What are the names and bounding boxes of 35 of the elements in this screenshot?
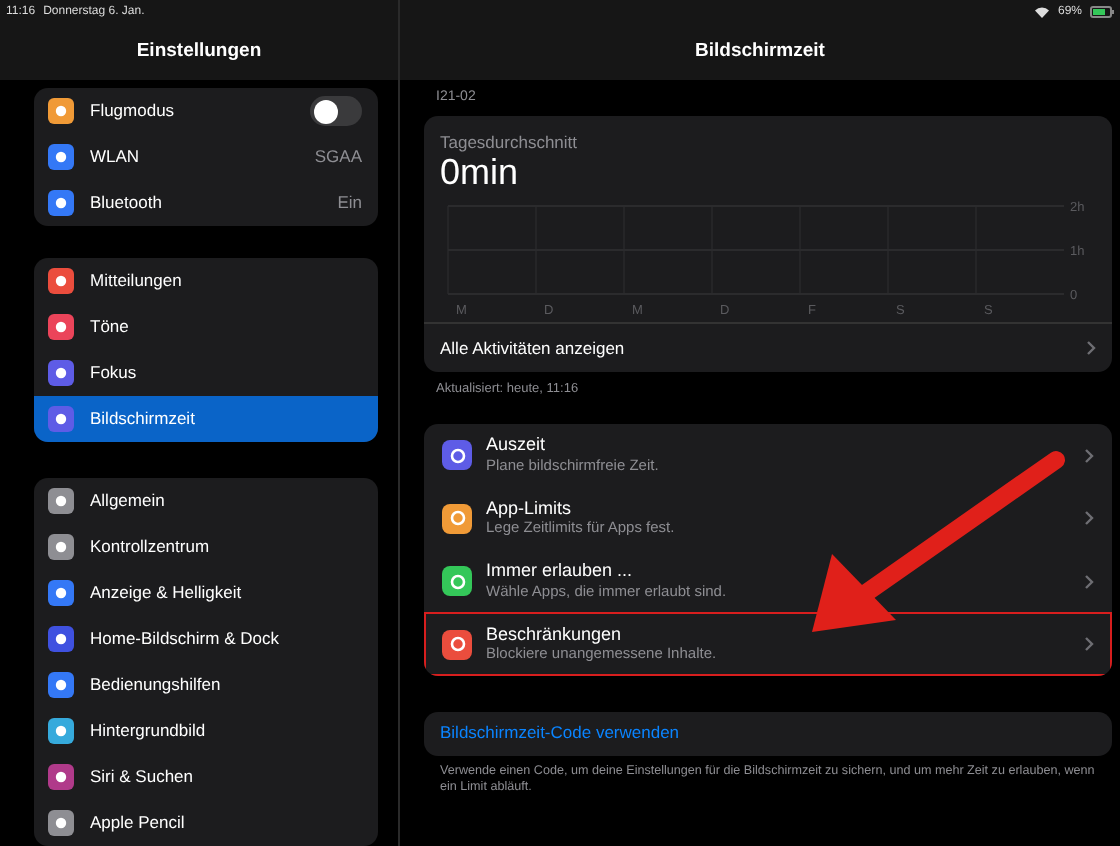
activity-link[interactable]: Alle Aktivitäten anzeigen	[424, 322, 1112, 373]
sidebar-item[interactable]: Hintergrundbild	[34, 708, 378, 754]
page-title: Bildschirmzeit	[695, 37, 825, 66]
sidebar-item[interactable]: Apple Pencil	[34, 800, 378, 846]
sidebar-item[interactable]: Kontrollzentrum	[34, 524, 378, 570]
sidebar-item[interactable]: Siri & Suchen	[34, 754, 378, 800]
code-link[interactable]: Bildschirmzeit-Code verwenden	[424, 711, 1112, 756]
summary-label: Tagesdurchschnitt	[440, 129, 580, 155]
sidebar-item[interactable]: Mitteilungen	[34, 258, 378, 304]
battery-icon	[1090, 6, 1114, 18]
option-title: App-Limits	[486, 499, 574, 519]
setting-value: Ein	[337, 190, 362, 216]
sidebar-item[interactable]: Fokus	[34, 350, 378, 396]
average-time: 0min	[440, 154, 521, 195]
wifi-icon	[1033, 6, 1050, 18]
sidebar-item[interactable]: Home-Bildschirm & Dock	[34, 616, 378, 662]
sidebar-item[interactable]: Anzeige & Helligkeit	[34, 570, 378, 616]
sidebar-item[interactable]: Bildschirmzeit	[34, 396, 378, 442]
sidebar-item[interactable]: Flugmodus	[34, 88, 378, 134]
setting-value: SGAA	[314, 144, 362, 170]
chevron-icon	[1084, 573, 1094, 590]
sidebar-item[interactable]: Allgemein	[34, 478, 378, 524]
sidebar-item[interactable]: Bedienungshilfen	[34, 662, 378, 708]
chevron-icon	[1084, 447, 1094, 464]
chevron-icon	[1084, 510, 1094, 527]
chevron-icon	[1086, 340, 1096, 357]
sidebar-item[interactable]: WLAN SGAA	[34, 134, 378, 180]
chevron-icon	[1084, 636, 1094, 653]
sidebar-item[interactable]: Töne	[34, 304, 378, 350]
option-title: Auszeit	[486, 436, 548, 456]
sidebar-title: Einstellungen	[136, 37, 262, 66]
option-title: Immer erlauben ...	[486, 562, 635, 582]
option-title: Beschränkungen	[486, 625, 624, 645]
sidebar-item[interactable]: Bluetooth Ein	[34, 180, 378, 226]
toggle-switch[interactable]	[310, 96, 362, 126]
